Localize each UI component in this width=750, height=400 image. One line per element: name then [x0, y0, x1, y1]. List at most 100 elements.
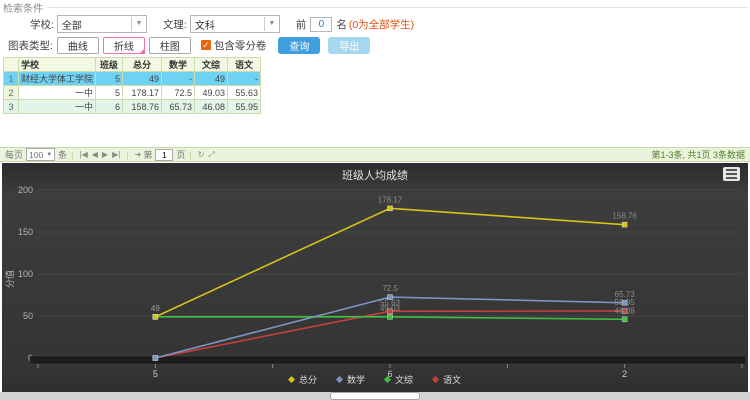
include-zero-label: 包含零分卷: [214, 38, 267, 53]
column-header-4[interactable]: 文综: [195, 58, 228, 72]
goto-page-icon[interactable]: ➜: [135, 150, 142, 159]
search-panel: 检索条件 学校: 全部 ▼ 文理: 文科 ▼ 前 名 (0为全部学生) 图表类型…: [0, 0, 750, 161]
chart-type-label: 图表类型:: [8, 38, 53, 53]
table-cell: 一中: [19, 86, 96, 100]
column-header-2[interactable]: 总分: [123, 58, 162, 72]
wenli-select[interactable]: 文科 ▼: [190, 15, 280, 33]
line-chart-plot: 050100150200分值56255.6355.954949.0346.087…: [2, 163, 748, 392]
legend-label: 总分: [299, 373, 317, 386]
table-cell: 5: [96, 86, 123, 100]
table-cell: 财经大学体工学院: [19, 72, 96, 86]
table-cell: 一中: [19, 100, 96, 114]
legend-item-0[interactable]: 总分: [289, 373, 317, 386]
results-table: 学校班级总分数学文综语文 1财经大学体工学院549-49-2一中5178.177…: [3, 57, 261, 114]
top-n-label: 前: [296, 17, 307, 32]
checkbox-checked-icon: ✓: [201, 40, 211, 50]
first-page-icon[interactable]: |◀: [80, 150, 88, 159]
next-page-icon[interactable]: ▶: [102, 150, 108, 159]
school-label: 学校:: [30, 17, 54, 32]
wenli-select-value: 文科: [191, 17, 215, 32]
table-cell: 72.5: [162, 86, 195, 100]
column-header-3[interactable]: 数学: [162, 58, 195, 72]
divider: |: [126, 150, 128, 160]
wenli-label: 文理:: [163, 17, 187, 32]
legend-item-1[interactable]: 数学: [337, 373, 365, 386]
table-cell: 65.73: [162, 100, 195, 114]
refresh-icon[interactable]: ↻: [198, 150, 205, 159]
pager-bar: 每页 100 ▼ 条 | |◀ ◀ ▶ ▶| | ➜ 第 页 | ↻ ⤢ 第1-…: [0, 147, 750, 162]
horizontal-scrollbar: [0, 392, 750, 400]
svg-text:46.08: 46.08: [615, 306, 636, 315]
table-cell: 6: [96, 100, 123, 114]
table-row[interactable]: 3一中6158.7665.7346.0855.95: [4, 100, 261, 114]
pager-record-info: 第1-3条, 共1页 3条数据: [651, 148, 745, 161]
line-chart-panel: 班级人均成绩 050100150200分值56255.6355.954949.0…: [2, 163, 748, 392]
chart-type-button-2[interactable]: 柱图: [149, 37, 191, 54]
svg-text:100: 100: [18, 269, 33, 279]
legend-marker-icon: [336, 376, 343, 383]
last-page-icon[interactable]: ▶|: [112, 150, 120, 159]
chart-type-button-0[interactable]: 曲线: [57, 37, 99, 54]
chevron-down-icon: ▼: [46, 152, 52, 158]
svg-text:178.17: 178.17: [378, 195, 403, 204]
row-number-header: [4, 58, 19, 72]
chart-legend: 总分 数学 文综 语文: [2, 373, 748, 386]
legend-label: 文综: [395, 373, 413, 386]
page-label: 第: [143, 148, 152, 161]
row-number-cell: 3: [4, 100, 19, 114]
table-cell: 55.95: [228, 100, 261, 114]
chart-type-button-1[interactable]: 折线: [103, 37, 145, 54]
svg-text:分值: 分值: [4, 270, 15, 288]
search-panel-legend: 检索条件: [0, 0, 750, 12]
svg-text:50: 50: [23, 311, 33, 321]
per-page-label: 每页: [5, 148, 23, 161]
legend-label: 数学: [347, 373, 365, 386]
svg-text:65.73: 65.73: [615, 290, 636, 299]
school-select[interactable]: 全部 ▼: [57, 15, 147, 33]
table-cell: 46.08: [195, 100, 228, 114]
table-cell: 55.63: [228, 86, 261, 100]
row-number-cell: 2: [4, 86, 19, 100]
table-cell: -: [162, 72, 195, 86]
row-number-cell: 1: [4, 72, 19, 86]
include-zero-checkbox[interactable]: ✓ 包含零分卷: [201, 38, 267, 53]
svg-text:150: 150: [18, 227, 33, 237]
per-page-unit: 条: [58, 148, 67, 161]
table-cell: -: [228, 72, 261, 86]
table-cell: 158.76: [123, 100, 162, 114]
chevron-down-icon: ▼: [264, 17, 279, 31]
divider: |: [189, 150, 191, 160]
legend-item-3[interactable]: 语文: [433, 373, 461, 386]
column-header-0[interactable]: 学校: [19, 58, 96, 72]
prev-page-icon[interactable]: ◀: [92, 150, 98, 159]
resize-grid-icon[interactable]: ⤢: [208, 150, 214, 160]
export-button[interactable]: 导出: [328, 37, 370, 54]
page-number-input[interactable]: [155, 149, 173, 161]
filter-row: 学校: 全部 ▼ 文理: 文科 ▼ 前 名 (0为全部学生): [30, 15, 750, 33]
legend-marker-icon: [384, 376, 391, 383]
top-n-input[interactable]: [310, 17, 332, 32]
column-header-5[interactable]: 语文: [228, 58, 261, 72]
svg-text:72.5: 72.5: [382, 284, 398, 293]
svg-text:200: 200: [18, 185, 33, 195]
chart-type-buttons: 曲线折线柱图: [53, 37, 191, 54]
legend-item-2[interactable]: 文综: [385, 373, 413, 386]
top-n-suffix: 名: [336, 17, 347, 32]
page-unit: 页: [176, 148, 185, 161]
query-button[interactable]: 查询: [278, 37, 320, 54]
svg-text:158.76: 158.76: [612, 212, 637, 221]
divider: |: [71, 150, 73, 160]
svg-text:49: 49: [151, 304, 160, 313]
table-row[interactable]: 2一中5178.1772.549.0355.63: [4, 86, 261, 100]
column-header-1[interactable]: 班级: [96, 58, 123, 72]
table-row[interactable]: 1财经大学体工学院549-49-: [4, 72, 261, 86]
chevron-down-icon: ▼: [131, 17, 146, 31]
table-header-row: 学校班级总分数学文综语文: [4, 58, 261, 72]
table-cell: 5: [96, 72, 123, 86]
search-panel-title: 检索条件: [3, 0, 43, 15]
svg-text:49.03: 49.03: [380, 304, 401, 313]
top-n-note: (0为全部学生): [349, 17, 414, 32]
page-size-select[interactable]: 100 ▼: [26, 148, 55, 161]
school-select-value: 全部: [58, 17, 82, 32]
scrollbar-thumb[interactable]: [330, 392, 420, 400]
